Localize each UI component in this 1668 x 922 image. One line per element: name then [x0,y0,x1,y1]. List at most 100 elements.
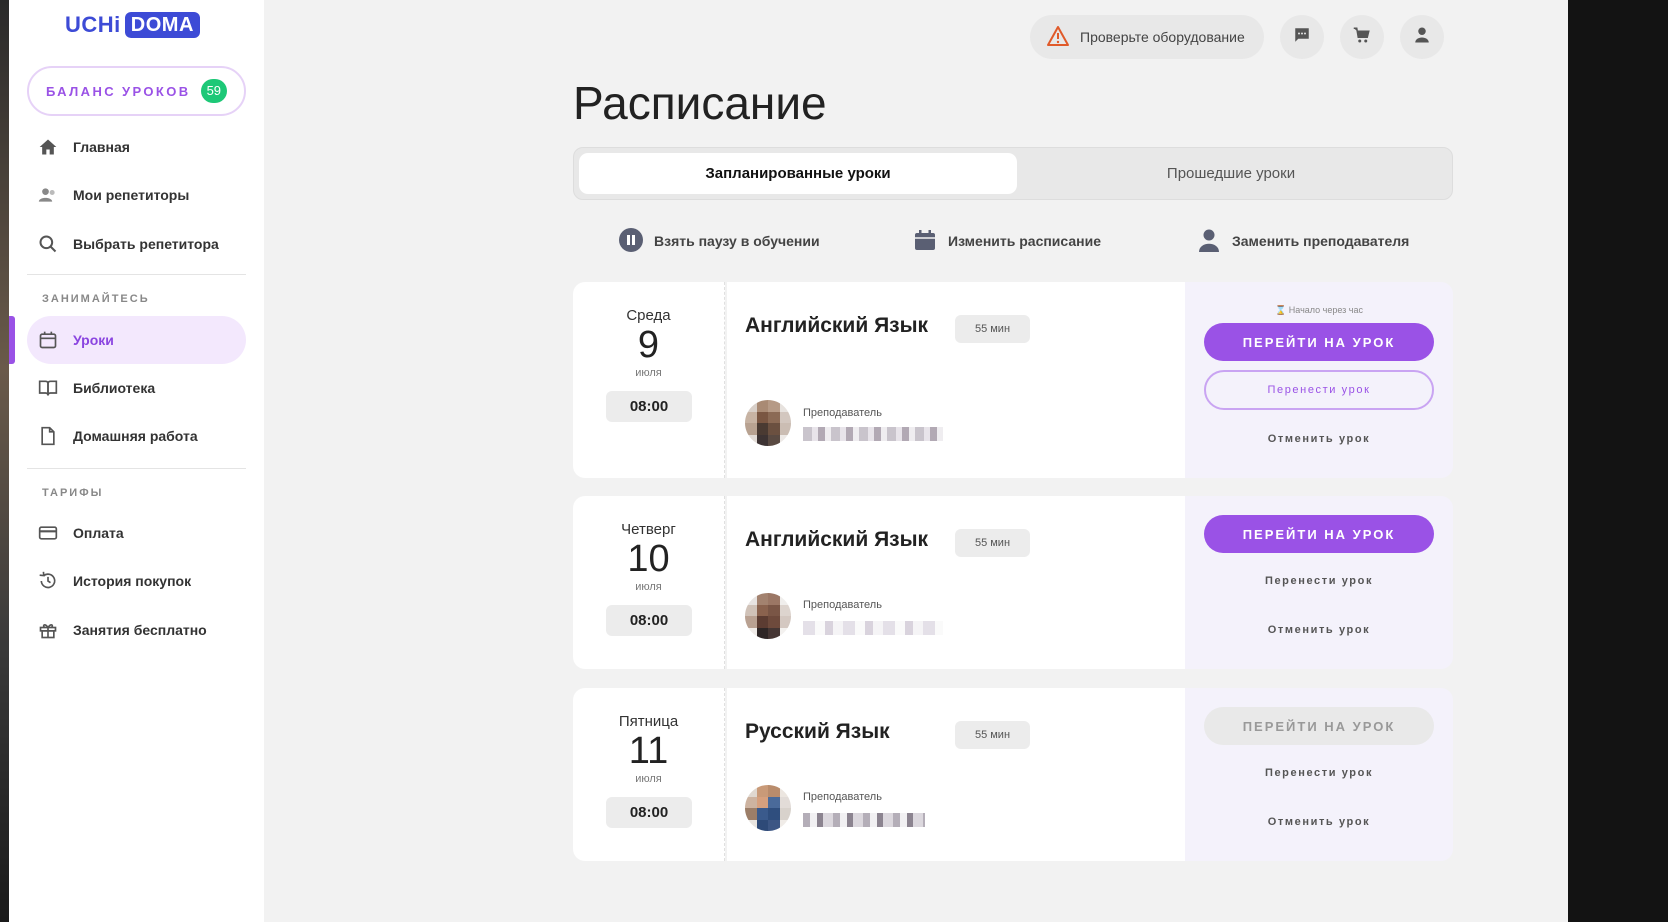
lesson-weekday: Четверг [621,521,676,538]
document-icon [37,425,59,447]
sidebar-item-payment[interactable]: Оплата [27,509,246,557]
sidebar-item-label: Библиотека [73,380,156,396]
cart-button[interactable] [1340,15,1384,59]
lesson-weekday: Пятница [618,713,679,730]
section-label-study: ЗАНИМАЙТЕСЬ [42,293,150,305]
lessons-tabs: Запланированные уроки Прошедшие уроки [573,147,1453,200]
people-icon [37,184,59,206]
check-equipment-label: Проверьте оборудование [1080,29,1245,45]
lesson-info-card: Английский Язык 55 мин Преподаватель [727,496,1185,669]
calendar-icon [912,227,938,256]
gift-icon [37,619,59,641]
go-to-lesson-button-disabled: ПЕРЕЙТИ НА УРОК [1204,707,1434,745]
lesson-subject: Английский Язык [745,314,929,337]
teacher-avatar [745,400,791,446]
teacher-label: Преподаватель [803,791,882,803]
replace-teacher-button[interactable]: Заменить преподавателя [1196,227,1409,255]
pause-learning-label: Взять паузу в обучении [654,233,820,249]
teacher-avatar [745,593,791,639]
lesson-duration-badge: 55 мин [955,529,1030,557]
cancel-lesson-button[interactable]: Отменить урок [1204,615,1434,645]
person-icon [1196,227,1222,256]
sidebar-item-history[interactable]: История покупок [27,557,246,605]
hourglass-icon: ⌛ [1275,305,1287,315]
replace-teacher-label: Заменить преподавателя [1232,233,1410,249]
lesson-subject: Русский Язык [745,720,890,743]
teacher-label: Преподаватель [803,599,882,611]
lesson-info-card: Английский Язык 55 мин Преподаватель [727,282,1185,478]
page-title: Расписание [573,77,827,129]
sidebar-item-main[interactable]: Главная [27,123,246,171]
reschedule-lesson-button[interactable]: Перенести урок [1204,566,1434,596]
lesson-actions-panel: ⌛ Начало через час ПЕРЕЙТИ НА УРОК Перен… [1185,282,1453,478]
lesson-date-card: Пятница 11 июля 08:00 [573,688,725,861]
lesson-month: июля [635,773,662,785]
lesson-weekday: Среда [626,307,671,324]
active-indicator [9,316,15,364]
lesson-balance-button[interactable]: БАЛАНС УРОКОВ 59 [27,66,246,116]
sidebar-item-homework[interactable]: Домашняя работа [27,412,246,460]
pause-icon [618,227,644,256]
balance-label: БАЛАНС УРОКОВ [45,83,191,99]
lesson-duration-badge: 55 мин [955,315,1030,343]
lesson-time: 08:00 [606,797,692,828]
search-icon [37,233,59,255]
logo-uchi: UCHi [65,12,121,37]
lesson-subject: Английский Язык [745,528,929,551]
teacher-avatar [745,785,791,831]
section-label-tariffs: ТАРИФЫ [42,487,104,499]
check-equipment-button[interactable]: Проверьте оборудование [1030,15,1264,59]
lesson-start-hint: ⌛ Начало через час [1185,305,1453,316]
lesson-day: 10 [627,538,670,580]
sidebar-item-library[interactable]: Библиотека [27,364,246,412]
cancel-lesson-button[interactable]: Отменить урок [1204,807,1434,837]
tab-past[interactable]: Прошедшие уроки [1012,153,1450,194]
change-schedule-button[interactable]: Изменить расписание [912,227,1101,255]
lesson-month: июля [635,581,662,593]
logo[interactable]: UCHi DOMA [65,12,200,38]
teacher-name-redacted [803,621,943,635]
sidebar-item-tutors[interactable]: Мои репетиторы [27,171,246,219]
reschedule-lesson-button[interactable]: Перенести урок [1204,370,1434,410]
cancel-lesson-button[interactable]: Отменить урок [1204,424,1434,454]
home-icon [37,136,59,158]
credit-card-icon [37,522,59,544]
window-edge [0,0,9,922]
lesson-time: 08:00 [606,605,692,636]
balance-count-badge: 59 [200,79,228,103]
pause-learning-button[interactable]: Взять паузу в обучении [618,227,820,255]
lesson-actions-panel: ПЕРЕЙТИ НА УРОК Перенести урок Отменить … [1185,496,1453,669]
tab-planned[interactable]: Запланированные уроки [579,153,1017,194]
book-icon [37,377,59,399]
teacher-name-redacted [803,427,943,441]
sidebar-divider [27,274,246,275]
sidebar-divider [27,468,246,469]
sidebar-item-label: Мои репетиторы [73,187,190,203]
sidebar-item-label: Главная [73,139,130,155]
change-schedule-label: Изменить расписание [948,233,1102,249]
lesson-start-hint-label: Начало через час [1288,305,1363,315]
lesson-day: 11 [628,730,669,772]
sidebar-item-label: Домашняя работа [73,428,198,444]
reschedule-lesson-button[interactable]: Перенести урок [1204,758,1434,788]
logo-doma: DOMA [124,12,200,38]
sidebar-item-label: История покупок [73,573,192,589]
go-to-lesson-button[interactable]: ПЕРЕЙТИ НА УРОК [1204,323,1434,361]
go-to-lesson-button[interactable]: ПЕРЕЙТИ НА УРОК [1204,515,1434,553]
sidebar-item-free[interactable]: Занятия бесплатно [27,606,246,654]
sidebar-item-label: Занятия бесплатно [73,622,207,638]
lesson-month: июля [635,367,662,379]
sidebar-item-label: Выбрать репетитора [73,236,219,252]
messages-button[interactable] [1280,15,1324,59]
sidebar-item-label: Уроки [73,332,114,348]
profile-button[interactable] [1400,15,1444,59]
user-icon [1413,26,1431,49]
teacher-label: Преподаватель [803,407,882,419]
sidebar-item-label: Оплата [73,525,124,541]
app-window: UCHi DOMA БАЛАНС УРОКОВ 59 Главная Мои р… [0,0,1568,922]
lesson-time: 08:00 [606,391,692,422]
sidebar-item-choose-tutor[interactable]: Выбрать репетитора [27,220,246,268]
sidebar-item-lessons[interactable]: Уроки [27,316,246,364]
lesson-date-card: Среда 9 июля 08:00 [573,282,725,478]
cart-icon [1353,26,1371,49]
